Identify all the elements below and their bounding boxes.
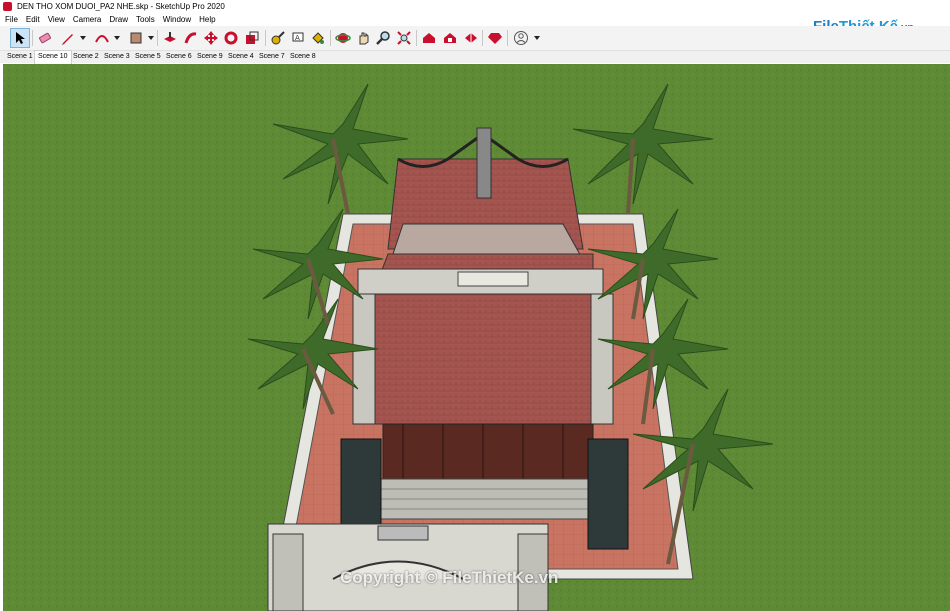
select-icon (16, 32, 25, 44)
scale-tool-button[interactable] (242, 28, 262, 48)
zoom-extents-tool-button[interactable] (394, 28, 414, 48)
pencil-tool-button[interactable] (58, 28, 78, 48)
menu-tools[interactable]: Tools (133, 13, 158, 26)
extension-warehouse-icon (444, 33, 456, 43)
sketchup-app-icon (3, 2, 12, 11)
scale-icon (246, 31, 259, 44)
tab-scene-2[interactable]: Scene 2 (70, 51, 102, 63)
title-bar: DEN THO XOM DUOI_PA2 NHE.skp - SketchUp … (0, 0, 950, 13)
tab-scene-10[interactable]: Scene 10 (34, 50, 72, 64)
pan-icon (359, 32, 369, 45)
main-toolbar: A (0, 26, 950, 51)
hall-doors (382, 423, 594, 480)
warehouse-icon (423, 33, 435, 43)
follow-me-icon (184, 32, 197, 44)
orbit-icon (335, 33, 351, 43)
menu-help[interactable]: Help (196, 13, 218, 26)
follow-me-tool-button[interactable] (181, 28, 201, 48)
tab-scene-5[interactable]: Scene 5 (132, 51, 164, 63)
tab-scene-8[interactable]: Scene 8 (287, 51, 319, 63)
paint-bucket-icon (312, 32, 324, 44)
zoom-icon (376, 31, 390, 45)
paint-bucket-tool-button[interactable] (308, 28, 328, 48)
arc-dropdown-icon[interactable] (114, 36, 120, 40)
move-tool-button[interactable] (201, 28, 221, 48)
scene-tabs-bar: Scene 1 Scene 10 Scene 2 Scene 3 Scene 5… (0, 50, 950, 64)
ruby-icon (488, 33, 502, 44)
menu-bar: File Edit View Camera Draw Tools Window Help (0, 13, 950, 26)
account-dropdown-icon[interactable] (534, 36, 540, 40)
layout-icon (465, 33, 477, 43)
text-icon: A (292, 32, 304, 42)
select-tool-button[interactable] (10, 28, 30, 48)
shape-dropdown-icon[interactable] (148, 36, 154, 40)
3d-viewport[interactable] (3, 64, 950, 611)
pencil-dropdown-icon[interactable] (80, 36, 86, 40)
orbit-tool-button[interactable] (333, 28, 353, 48)
tab-scene-1[interactable]: Scene 1 (4, 51, 36, 63)
right-gate-pillar (587, 438, 629, 550)
menu-window[interactable]: Window (160, 13, 194, 26)
push-pull-tool-button[interactable] (160, 28, 180, 48)
push-pull-icon (164, 32, 176, 42)
text-tool-button[interactable]: A (288, 28, 308, 48)
front-roof (362, 293, 614, 425)
menu-edit[interactable]: Edit (23, 13, 43, 26)
pencil-icon (62, 34, 73, 45)
rectangle-icon (130, 32, 142, 44)
rotate-tool-button[interactable] (221, 28, 241, 48)
eraser-icon (39, 32, 51, 44)
arc-tool-button[interactable] (92, 28, 112, 48)
tape-measure-icon (271, 31, 285, 45)
menu-view[interactable]: View (45, 13, 68, 26)
menu-draw[interactable]: Draw (106, 13, 131, 26)
account-icon (514, 31, 528, 45)
temple-model-render (3, 64, 950, 611)
tab-scene-7[interactable]: Scene 7 (256, 51, 288, 63)
tape-measure-tool-button[interactable] (268, 28, 288, 48)
eraser-tool-button[interactable] (35, 28, 55, 48)
menu-camera[interactable]: Camera (70, 13, 104, 26)
menu-file[interactable]: File (2, 13, 21, 26)
extension-warehouse-tool-button[interactable] (440, 28, 460, 48)
svg-text:A: A (295, 34, 300, 42)
copyright-watermark: Copyright © FileThietKe.vn (340, 568, 559, 587)
tab-scene-3[interactable]: Scene 3 (101, 51, 133, 63)
move-icon (204, 31, 218, 45)
pan-tool-button[interactable] (353, 28, 373, 48)
tab-scene-9[interactable]: Scene 9 (194, 51, 226, 63)
warehouse-tool-button[interactable] (419, 28, 439, 48)
zoom-extents-icon (397, 31, 411, 45)
zoom-tool-button[interactable] (373, 28, 393, 48)
rectangle-tool-button[interactable] (126, 28, 146, 48)
arc-icon (95, 35, 109, 43)
tab-scene-6[interactable]: Scene 6 (163, 51, 195, 63)
ruby-console-button[interactable] (485, 28, 505, 48)
rotate-icon (224, 31, 238, 45)
tab-scene-4[interactable]: Scene 4 (225, 51, 257, 63)
layout-tool-button[interactable] (461, 28, 481, 48)
account-button[interactable] (511, 28, 531, 48)
window-title: DEN THO XOM DUOI_PA2 NHE.skp - SketchUp … (17, 2, 225, 11)
